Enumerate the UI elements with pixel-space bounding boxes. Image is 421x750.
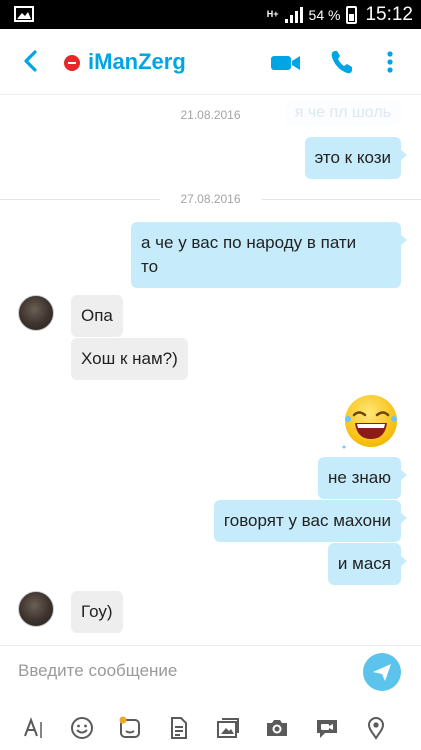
message-text: Хош к нам?) — [81, 349, 178, 368]
battery-percent: 54 % — [308, 6, 341, 23]
text-format-icon[interactable] — [22, 716, 46, 740]
message-outgoing[interactable]: не знаю — [318, 457, 407, 499]
message-text: а че у вас по народу в пати — [141, 233, 357, 252]
more-icon[interactable] — [386, 48, 394, 76]
status-bar: H+ 54 % 15:12 — [0, 0, 421, 29]
contact-name[interactable]: iManZerg — [88, 49, 186, 75]
message-text: это к кози — [314, 148, 391, 167]
compose-bar: Введите сообщение — [0, 645, 421, 750]
media-gallery-icon[interactable] — [216, 716, 240, 740]
date-separator: 27.08.2016 — [0, 189, 421, 209]
message-text: не знаю — [328, 468, 391, 487]
video-call-icon[interactable] — [270, 48, 302, 76]
gallery-notification-icon — [14, 6, 34, 22]
moji-icon[interactable] — [118, 716, 142, 740]
laughing-emoticon-icon[interactable] — [341, 393, 401, 453]
send-icon — [373, 664, 391, 681]
message-outgoing[interactable]: говорят у вас махони — [213, 500, 408, 542]
battery-icon — [346, 5, 358, 24]
back-arrow-icon[interactable] — [22, 50, 40, 72]
message-incoming[interactable]: Опа — [71, 295, 123, 337]
message-outgoing[interactable]: и мася — [327, 543, 408, 585]
send-button[interactable] — [363, 653, 401, 691]
contact-avatar[interactable] — [18, 295, 54, 331]
message-outgoing[interactable]: это к кози — [304, 137, 408, 179]
message-outgoing[interactable]: а че у вас по народу в пати то — [131, 222, 407, 288]
date-label: 27.08.2016 — [180, 192, 241, 206]
network-type: H+ — [266, 9, 279, 19]
location-icon[interactable] — [364, 716, 388, 740]
phone-icon[interactable] — [329, 48, 355, 76]
message-incoming[interactable]: Хош к нам?) — [71, 338, 188, 380]
message-text: Гоу) — [81, 602, 113, 621]
compose-toolbar — [0, 712, 421, 746]
file-icon[interactable] — [166, 716, 190, 740]
chat-header: iManZerg — [0, 29, 421, 95]
message-list[interactable]: 21.08.2016 я че пл шоль это к кози 27.08… — [0, 95, 421, 645]
video-message-icon[interactable] — [315, 716, 339, 740]
message-text: и мася — [337, 554, 391, 573]
faded-message: я че пл шоль — [284, 100, 401, 126]
message-input[interactable]: Введите сообщение — [18, 661, 177, 681]
message-text: Опа — [81, 306, 113, 325]
clock: 15:12 — [365, 3, 413, 25]
message-incoming[interactable]: Гоу) — [71, 591, 123, 633]
emoticon-icon[interactable] — [70, 716, 94, 740]
camera-icon[interactable] — [265, 716, 289, 740]
signal-icon — [284, 6, 303, 23]
message-text: говорят у вас махони — [223, 511, 391, 530]
presence-busy-icon — [64, 55, 80, 71]
message-text: то — [141, 257, 159, 276]
contact-avatar[interactable] — [18, 591, 54, 627]
